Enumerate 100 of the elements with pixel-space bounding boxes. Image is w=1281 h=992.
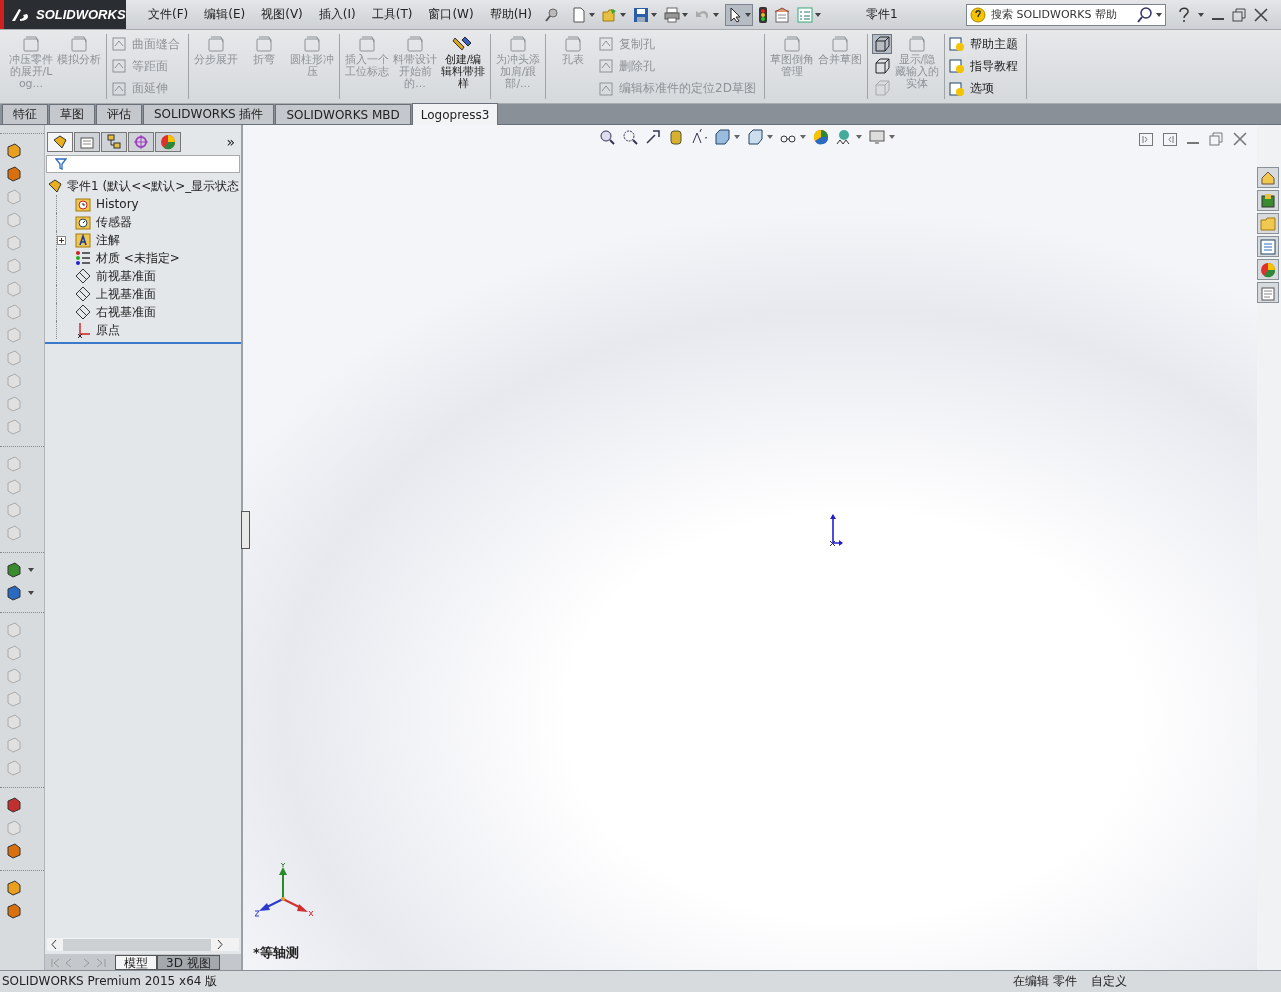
scroll-thumb[interactable]: [63, 938, 211, 951]
help-bubble-icon: [970, 6, 987, 23]
ribbon-button[interactable]: 帮助主题: [948, 34, 1022, 55]
tab[interactable]: 3D 视图: [157, 955, 220, 970]
task-pane-tab[interactable]: [1257, 190, 1279, 211]
scroll-left-icon[interactable]: [51, 940, 57, 949]
menu-item[interactable]: 窗口(W): [420, 6, 482, 23]
view-toolbar-button[interactable]: [836, 129, 862, 145]
filter-field[interactable]: [46, 155, 240, 173]
property-tab[interactable]: [74, 132, 100, 152]
task-pane-tab[interactable]: [1257, 259, 1279, 280]
menu-item[interactable]: 视图(V): [253, 6, 311, 23]
menu-item[interactable]: 工具(T): [363, 6, 421, 23]
panel-splitter[interactable]: [241, 511, 250, 549]
units-button[interactable]: 自定义: [1087, 973, 1131, 990]
help-icon[interactable]: [1178, 6, 1191, 23]
tool-icon: [111, 36, 127, 53]
configuration-tab[interactable]: [101, 132, 127, 152]
feature-tree-tab[interactable]: [47, 132, 73, 152]
view-toggle-button[interactable]: [871, 34, 892, 54]
tree-item[interactable]: 材质 <未指定>: [75, 249, 180, 267]
task-pane-tab[interactable]: [1257, 236, 1279, 257]
tile-right-icon[interactable]: [1163, 132, 1177, 146]
ribbon-button[interactable]: 指导教程: [948, 56, 1022, 77]
part-icon: [47, 178, 63, 194]
view-toolbar-button[interactable]: [622, 129, 638, 145]
task-pane-tab[interactable]: [1257, 167, 1279, 188]
view-toolbar-button[interactable]: [747, 129, 773, 145]
caret-icon: [589, 12, 596, 17]
horizontal-scrollbar[interactable]: [47, 938, 239, 951]
toolbar-button[interactable]: [6, 561, 34, 579]
tool-icon: [562, 34, 584, 54]
ribbon-button[interactable]: 选项: [948, 78, 1022, 99]
toolbar-button[interactable]: [6, 165, 22, 183]
toolbar-button[interactable]: [6, 879, 22, 897]
tree-item[interactable]: 原点: [75, 321, 120, 339]
tool-icon: [6, 502, 22, 518]
caret-icon: [856, 135, 862, 139]
expand-icon[interactable]: [57, 235, 66, 245]
toolbar-button[interactable]: [6, 796, 22, 814]
close-icon[interactable]: [1233, 132, 1247, 146]
tool-icon: [6, 143, 22, 159]
restore-icon[interactable]: [1209, 132, 1223, 146]
tool-icon: [356, 34, 378, 54]
tab[interactable]: 模型: [115, 955, 157, 970]
tree-item[interactable]: 传感器: [75, 213, 132, 231]
dimxpert-tab[interactable]: [128, 132, 154, 152]
task-pane-tab[interactable]: [1257, 213, 1279, 234]
toolbar-button[interactable]: [6, 584, 34, 602]
tab[interactable]: 草图: [49, 104, 95, 124]
tab[interactable]: SOLIDWORKS MBD: [275, 104, 411, 124]
status-text: SOLIDWORKS Premium 2015 x64 版: [2, 973, 219, 990]
select-button[interactable]: [725, 3, 754, 26]
restore-icon[interactable]: [1232, 7, 1247, 22]
clock-folder-icon: [75, 196, 91, 212]
tree-item[interactable]: 零件1 (默认<<默认>_显示状态: [47, 177, 241, 195]
tree-item[interactable]: 上视基准面: [75, 285, 156, 303]
expand-button[interactable]: »: [226, 134, 235, 150]
caret-icon[interactable]: [1198, 12, 1205, 17]
caret-icon: [28, 568, 34, 572]
view-toolbar-button[interactable]: [668, 129, 684, 145]
menu-item[interactable]: 编辑(E): [196, 6, 254, 23]
scroll-right-icon[interactable]: [217, 940, 223, 949]
caret-icon: [28, 591, 34, 595]
tree-item[interactable]: History: [75, 196, 139, 212]
toolbar-button[interactable]: [6, 902, 22, 920]
tool-icon: [6, 820, 22, 836]
cube-icon: [873, 36, 890, 52]
tree-item[interactable]: 注解: [75, 231, 120, 249]
tree-item[interactable]: 前视基准面: [75, 267, 156, 285]
menu-item[interactable]: 帮助(H): [481, 6, 541, 23]
menu-item[interactable]: 插入(I): [310, 6, 364, 23]
tool-icon: [6, 622, 22, 638]
tab[interactable]: 特征: [2, 104, 48, 124]
search-field[interactable]: 搜索 SOLIDWORKS 帮助: [966, 3, 1167, 26]
caret-icon[interactable]: [1156, 12, 1163, 17]
view-toolbar-button[interactable]: [714, 129, 740, 145]
view-toolbar-button[interactable]: [599, 129, 615, 145]
view-toolbar-button[interactable]: [813, 129, 829, 145]
tab[interactable]: SOLIDWORKS 插件: [143, 104, 275, 124]
toolbar-button[interactable]: [6, 142, 22, 160]
view-toolbar-button[interactable]: [645, 129, 661, 145]
search-icon[interactable]: [1137, 6, 1154, 23]
ribbon-button[interactable]: 创建/编辑料带排样: [440, 34, 486, 90]
plane-icon: [75, 304, 91, 320]
caret-icon: [682, 12, 689, 17]
task-pane-tab[interactable]: [1257, 282, 1279, 303]
tree-item[interactable]: 右视基准面: [75, 303, 156, 321]
tile-left-icon[interactable]: [1139, 132, 1153, 146]
part-icon: [52, 134, 68, 150]
tab[interactable]: 评估: [96, 104, 142, 124]
appearance-tab[interactable]: [155, 132, 181, 152]
view-toolbar-button[interactable]: [691, 129, 707, 145]
tool-icon: [507, 34, 529, 54]
tab[interactable]: Logopress3: [411, 103, 499, 125]
tool-icon: [111, 58, 127, 75]
menu-item[interactable]: 文件(F): [140, 6, 197, 23]
toolbar-button[interactable]: [6, 842, 22, 860]
status-text: 在编辑 零件: [1013, 973, 1077, 990]
close-icon[interactable]: [1254, 7, 1269, 22]
